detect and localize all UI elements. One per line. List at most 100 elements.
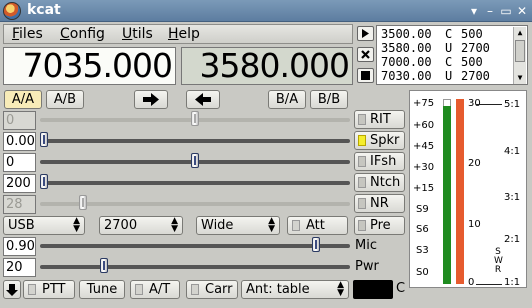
title-bar: kcat ▾ – ▭ ✕ bbox=[0, 0, 532, 22]
rit-slider-knob[interactable] bbox=[191, 111, 199, 126]
att-checkbox bbox=[292, 220, 300, 231]
power-value[interactable]: 20 bbox=[3, 258, 36, 277]
rit-button[interactable]: RIT bbox=[354, 110, 405, 129]
power-mark: 20 bbox=[468, 158, 481, 169]
power-mark: 10 bbox=[468, 219, 481, 230]
list-item[interactable]: 3580.00 U 2700 bbox=[381, 41, 527, 55]
ptt-checkbox bbox=[28, 284, 36, 295]
tick-mark bbox=[476, 284, 502, 285]
scroll-down-icon[interactable]: ▼ bbox=[514, 72, 526, 84]
notch-slider-knob[interactable] bbox=[40, 174, 48, 189]
antenna-select[interactable]: Ant: table ▲ ▼ bbox=[241, 280, 349, 299]
notch-button[interactable]: Ntch bbox=[354, 173, 405, 192]
memory-delete-button[interactable] bbox=[357, 47, 374, 62]
ifshift-button[interactable]: IFsh bbox=[354, 152, 405, 171]
menu-help[interactable]: Help bbox=[168, 26, 200, 42]
play-icon bbox=[362, 29, 369, 38]
updown-icon: ▲ ▼ bbox=[268, 216, 275, 234]
mic-slider-knob[interactable] bbox=[311, 237, 320, 252]
menu-files[interactable]: Files bbox=[12, 26, 43, 42]
vfo-b-frequency[interactable]: 3580.000 bbox=[181, 47, 353, 85]
copy-a-to-b-button[interactable] bbox=[134, 90, 168, 109]
ifshift-indicator bbox=[358, 156, 366, 167]
window-title: kcat bbox=[27, 2, 61, 18]
status-display bbox=[353, 280, 393, 299]
delete-icon bbox=[361, 50, 370, 59]
s-mark: +15 bbox=[413, 183, 435, 194]
memory-select-button[interactable] bbox=[357, 26, 374, 41]
speaker-button[interactable]: Spkr bbox=[354, 131, 405, 150]
power-meter-bar bbox=[456, 99, 464, 284]
mic-slider-track[interactable] bbox=[40, 244, 350, 248]
memory-scrollbar[interactable]: ▲ ▼ bbox=[513, 27, 526, 84]
carrier-button[interactable]: Carr bbox=[186, 280, 238, 299]
bandwidth-select[interactable]: 2700 ▲ ▼ bbox=[99, 216, 183, 235]
speaker-indicator bbox=[358, 135, 366, 146]
vfo-aa-button[interactable]: A/A bbox=[4, 90, 42, 109]
s-mark: S6 bbox=[416, 224, 429, 235]
vfo-ba-button[interactable]: B/A bbox=[268, 90, 306, 109]
volume-slider-track[interactable] bbox=[40, 139, 350, 143]
mic-label: Mic bbox=[355, 238, 377, 253]
s-mark: +45 bbox=[413, 141, 435, 152]
vfo-ab-button[interactable]: A/B bbox=[46, 90, 84, 109]
ifshift-slider-knob[interactable] bbox=[191, 153, 199, 168]
s-mark: +75 bbox=[413, 98, 435, 109]
preamp-indicator bbox=[358, 220, 366, 231]
menu-config[interactable]: Config bbox=[60, 26, 105, 42]
swr-mark: 1:1 bbox=[504, 277, 521, 288]
att-button[interactable]: Att bbox=[287, 216, 348, 235]
updown-icon: ▲ ▼ bbox=[171, 216, 178, 234]
scroll-up-icon[interactable]: ▲ bbox=[514, 27, 526, 39]
list-item[interactable]: 7000.00 C 500 bbox=[381, 55, 527, 69]
volume-slider-knob[interactable] bbox=[40, 132, 48, 147]
s-mark: +60 bbox=[413, 120, 435, 131]
rit-value[interactable]: 0 bbox=[3, 111, 36, 130]
maximize-icon[interactable]: ▭ bbox=[498, 3, 514, 19]
menu-utils[interactable]: Utils bbox=[122, 26, 153, 42]
ifshift-value[interactable]: 0 bbox=[3, 153, 36, 172]
close-icon[interactable]: ✕ bbox=[514, 3, 530, 19]
arrow-right-icon bbox=[143, 93, 159, 106]
volume-value[interactable]: 0.00 bbox=[3, 132, 36, 151]
s-meter-bar bbox=[443, 106, 451, 284]
minimize-icon[interactable]: – bbox=[482, 3, 498, 19]
nr-button[interactable]: NR bbox=[354, 194, 405, 213]
memory-list[interactable]: 3500.00 C 500 3580.00 U 2700 7000.00 C 500 703… bbox=[376, 25, 528, 85]
vfo-bb-button[interactable]: B/B bbox=[310, 90, 348, 109]
stop-icon bbox=[361, 71, 370, 80]
power-slider-track[interactable] bbox=[40, 265, 350, 269]
filter-select[interactable]: Wide ▲ ▼ bbox=[196, 216, 280, 235]
updown-icon: ▲ ▼ bbox=[337, 280, 344, 298]
swr-mark: 3:1 bbox=[504, 192, 521, 203]
memory-clear-button[interactable] bbox=[357, 68, 374, 83]
collapse-button[interactable] bbox=[3, 280, 21, 299]
preamp-button[interactable]: Pre bbox=[354, 216, 405, 235]
list-item[interactable]: 3500.00 C 500 bbox=[381, 27, 527, 41]
list-item[interactable]: 7030.00 U 2700 bbox=[381, 69, 527, 83]
tune-button[interactable]: Tune bbox=[79, 280, 125, 299]
scroll-thumb[interactable] bbox=[515, 40, 525, 62]
carr-checkbox bbox=[191, 284, 199, 295]
mode-select[interactable]: USB ▲ ▼ bbox=[3, 216, 85, 235]
s-mark: S0 bbox=[416, 267, 429, 278]
vfo-a-frequency[interactable]: 7035.000 bbox=[3, 47, 176, 85]
ptt-button[interactable]: PTT bbox=[23, 280, 75, 299]
nr-indicator bbox=[358, 198, 366, 209]
s-mark: S9 bbox=[416, 204, 429, 215]
status-c-label: C bbox=[396, 281, 406, 296]
notch-value[interactable]: 200 bbox=[3, 174, 36, 193]
menu-icon[interactable]: ▾ bbox=[466, 3, 482, 19]
at-checkbox bbox=[135, 284, 143, 295]
nr-slider-knob[interactable] bbox=[79, 195, 88, 210]
antenna-tuner-button[interactable]: A/T bbox=[130, 280, 180, 299]
power-label: Pwr bbox=[355, 259, 379, 274]
notch-slider-track[interactable] bbox=[40, 181, 350, 185]
power-mark: 0 bbox=[468, 277, 475, 288]
nr-value[interactable]: 28 bbox=[3, 195, 36, 214]
copy-b-to-a-button[interactable] bbox=[186, 90, 220, 109]
menu-bar: Files Config Utils Help bbox=[3, 24, 353, 44]
power-slider-knob[interactable] bbox=[100, 258, 109, 273]
mic-value[interactable]: 0.90 bbox=[3, 237, 36, 256]
meter-panel: +75 +60 +45 +30 +15 S9 S6 S3 S0 30 20 10… bbox=[409, 90, 527, 288]
